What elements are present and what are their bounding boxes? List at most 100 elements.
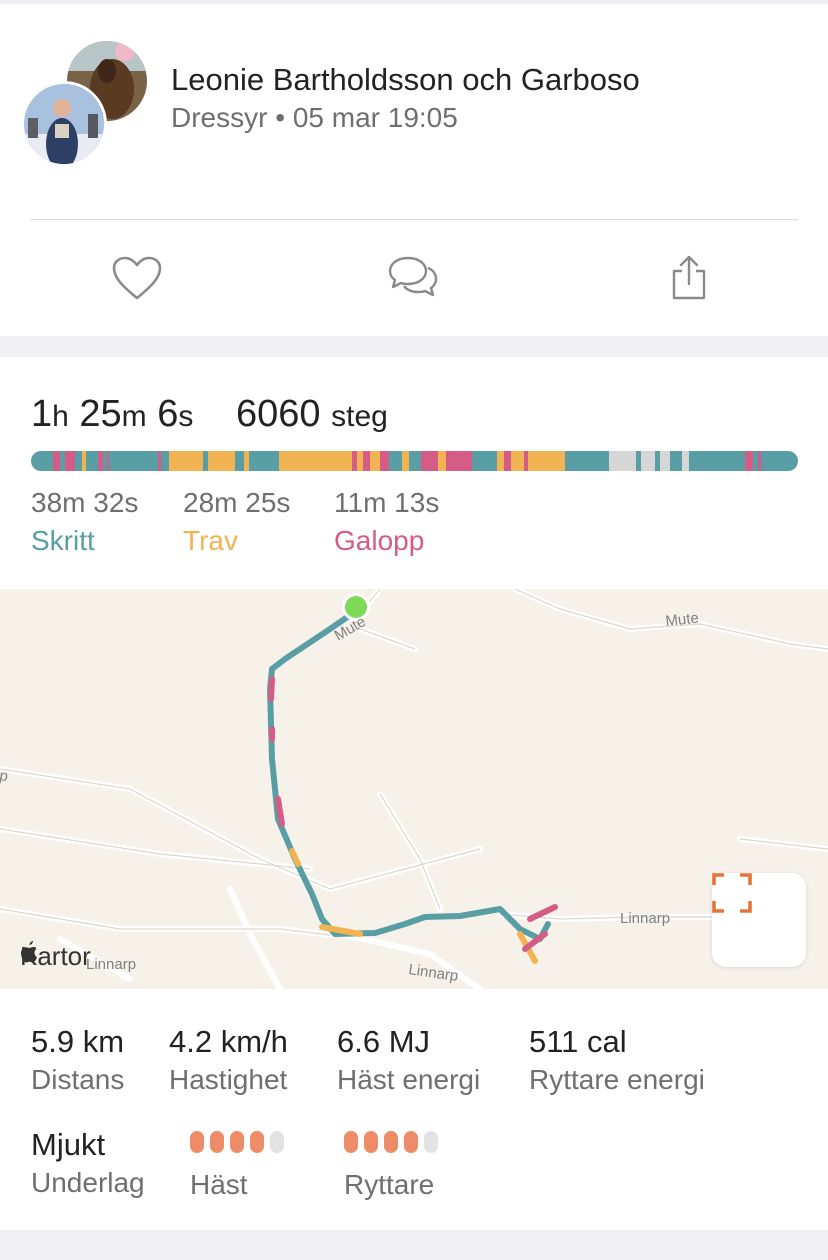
gait-bar-segment	[168, 451, 203, 471]
stat-rider-energy: 511 cal Ryttare energi	[529, 1024, 705, 1096]
rider-rating-dot	[344, 1131, 358, 1153]
maps-attribution: Kartor	[20, 941, 91, 972]
duration-total: 1h 25m 6s	[31, 393, 193, 436]
gait-bar-segment	[511, 451, 524, 471]
post-title: Leonie Bartholdsson och Garboso	[171, 62, 640, 97]
surface-value: Mjukt	[31, 1127, 106, 1162]
activity-card: 1h 25m 6s 6060 steg 38m 32s Skritt 28m 2…	[0, 357, 828, 1230]
gait-bar-segment	[52, 451, 61, 471]
heart-icon	[111, 255, 163, 306]
route-map[interactable]: Mute Mute Linnarp Linnarp Linnarp rp Kar…	[0, 589, 828, 989]
gait-canter-label: Galopp	[334, 525, 425, 556]
steps-unit: steg	[331, 400, 388, 433]
stat-surface: Mjukt Underlag	[31, 1127, 145, 1199]
horse-rating-dot	[250, 1131, 264, 1153]
gait-bar-segment	[608, 451, 636, 471]
map-canvas: Mute Mute Linnarp Linnarp Linnarp rp	[0, 589, 828, 989]
divider	[30, 219, 798, 220]
post-header-card: Leonie Bartholdsson och Garboso Dressyr …	[0, 0, 828, 336]
rider-rating-dot	[364, 1131, 378, 1153]
horse-rating-dot	[230, 1131, 244, 1153]
stat-rider-energy-value: 511 cal	[529, 1024, 627, 1059]
road-label-linnarp-2: Linnarp	[86, 956, 136, 973]
gait-walk: 38m 32s Skritt	[31, 487, 138, 557]
stat-horse-energy-label: Häst energi	[337, 1064, 481, 1095]
gait-bar-segment	[682, 451, 690, 471]
post-subline: Dressyr • 05 mar 19:05	[171, 102, 458, 134]
gait-trot: 28m 25s Trav	[183, 487, 290, 557]
rider-rating-dot	[404, 1131, 418, 1153]
stat-distance-value: 5.9 km	[31, 1024, 125, 1059]
gait-bar-segment	[421, 451, 439, 471]
road-label-edge: rp	[0, 766, 9, 785]
gait-trot-label: Trav	[183, 525, 238, 556]
stat-horse-energy: 6.6 MJ Häst energi	[337, 1024, 480, 1096]
rider-rating-label: Ryttare	[344, 1169, 435, 1200]
duration-hours: 1	[31, 393, 53, 435]
gait-timeline-bar	[31, 451, 798, 471]
rider-rating-dot	[424, 1131, 438, 1153]
gait-bar-segment	[207, 451, 235, 471]
rider-rating-dots	[344, 1131, 438, 1153]
gait-bar-segment	[161, 451, 169, 471]
rider-rating-dot	[384, 1131, 398, 1153]
stat-horse-energy-value: 6.6 MJ	[337, 1024, 431, 1059]
horse-rating-dot	[210, 1131, 224, 1153]
rider-avatar[interactable]	[21, 81, 107, 167]
surface-label: Underlag	[31, 1167, 145, 1198]
comment-button[interactable]	[385, 252, 441, 308]
share-icon	[669, 254, 709, 307]
gait-bar-segment	[234, 451, 245, 471]
stat-speed: 4.2 km/h Hastighet	[169, 1024, 288, 1096]
gait-bar-segment	[445, 451, 473, 471]
duration-minutes-unit: m	[121, 400, 147, 433]
gait-bar-segment	[31, 451, 53, 471]
gait-walk-time: 38m 32s	[31, 487, 139, 518]
road-label-mute-2: Mute	[665, 610, 700, 630]
stat-rider-energy-label: Ryttare energi	[529, 1064, 705, 1095]
duration-seconds: 6	[157, 393, 179, 435]
gait-walk-label: Skritt	[31, 525, 95, 556]
gait-canter: 11m 13s Galopp	[334, 487, 439, 557]
post-datetime: 05 mar 19:05	[292, 102, 458, 133]
gait-bar-segment	[109, 451, 158, 471]
comment-bubbles-icon	[386, 254, 440, 307]
gait-bar-segment	[65, 451, 75, 471]
gait-bar-segment	[761, 451, 798, 471]
steps-value: 6060	[236, 393, 321, 435]
gait-bar-segment	[669, 451, 683, 471]
discipline-label: Dressyr	[171, 102, 268, 133]
like-button[interactable]	[109, 252, 165, 308]
horse-rating-dot	[190, 1131, 204, 1153]
gait-canter-time: 11m 13s	[334, 487, 440, 518]
horse-rating-label: Häst	[190, 1169, 248, 1200]
step-count: 6060 steg	[236, 393, 388, 436]
gait-bar-segment	[745, 451, 753, 471]
share-button[interactable]	[661, 252, 717, 308]
gait-bar-segment	[362, 451, 370, 471]
gait-bar-segment	[640, 451, 656, 471]
horse-rating-dot	[270, 1131, 284, 1153]
gait-bar-segment	[278, 451, 352, 471]
stat-distance: 5.9 km Distans	[31, 1024, 124, 1096]
separator-dot: •	[275, 102, 286, 133]
horse-rating-dots	[190, 1131, 284, 1153]
gait-bar-segment	[496, 451, 505, 471]
gait-bar-segment	[472, 451, 497, 471]
duration-seconds-unit: s	[178, 400, 194, 433]
duration-minutes: 25	[79, 393, 122, 435]
gait-bar-segment	[528, 451, 565, 471]
duration-hours-unit: h	[52, 400, 69, 433]
gait-bar-segment	[389, 451, 402, 471]
gait-bar-segment	[85, 451, 99, 471]
gait-bar-segment	[438, 451, 446, 471]
road-label-linnarp-3: Linnarp	[407, 961, 459, 985]
gait-bar-segment	[565, 451, 609, 471]
stat-speed-label: Hastighet	[169, 1064, 288, 1095]
expand-map-button[interactable]	[712, 873, 806, 967]
gait-bar-segment	[660, 451, 670, 471]
road-label-linnarp-1: Linnarp	[620, 910, 670, 927]
gait-bar-segment	[74, 451, 83, 471]
gait-bar-segment	[249, 451, 279, 471]
gait-bar-segment	[504, 451, 512, 471]
